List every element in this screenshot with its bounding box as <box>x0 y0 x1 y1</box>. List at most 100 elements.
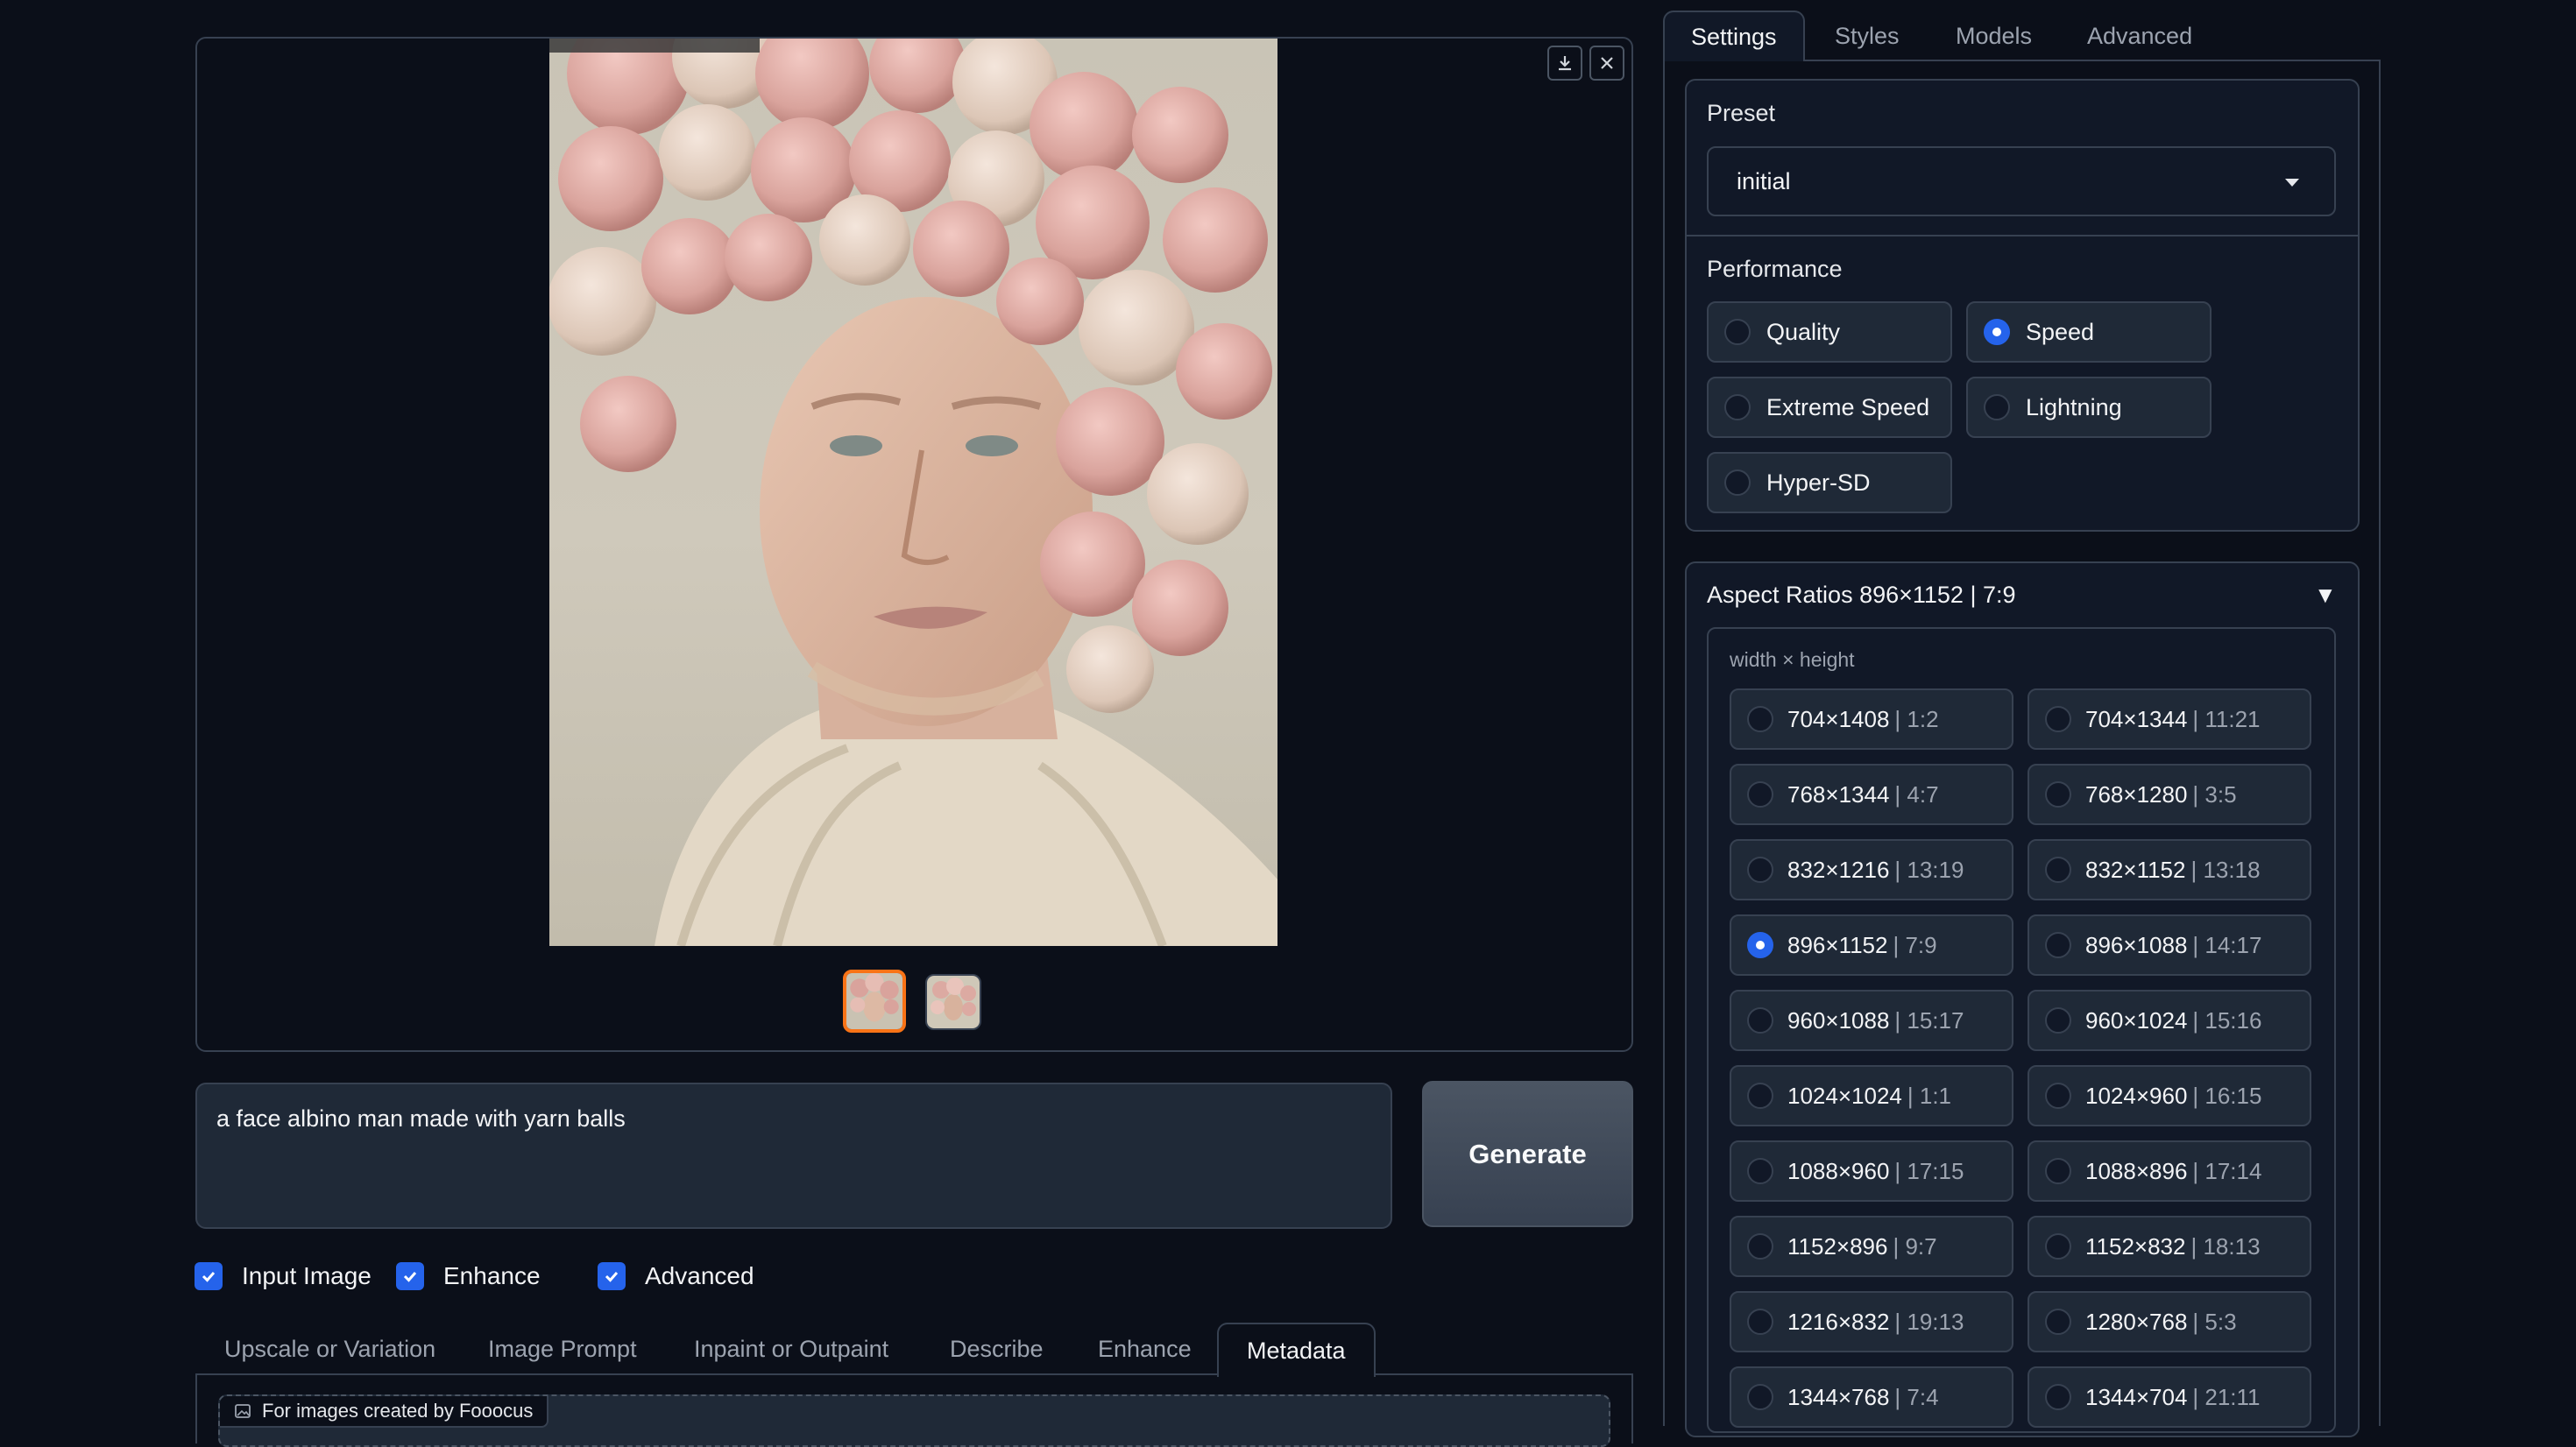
tab-inpaint-or-outpaint[interactable]: Inpaint or Outpaint <box>694 1323 888 1375</box>
aspect-dimension: 704×1408 <box>1787 705 1890 732</box>
tab-models[interactable]: Models <box>1929 11 2058 61</box>
aspect-ratio-option[interactable]: 1344×704 | 21:11 <box>2028 1366 2311 1428</box>
aspect-ratio-option[interactable]: 1024×960 | 16:15 <box>2028 1065 2311 1126</box>
aspect-ratio-option[interactable]: 768×1344 | 4:7 <box>1730 764 2013 825</box>
radio-icon <box>2045 932 2071 958</box>
generate-button[interactable]: Generate <box>1422 1081 1633 1227</box>
generated-image[interactable] <box>549 39 1277 946</box>
aspect-ratio-text: | 15:16 <box>2192 1006 2262 1034</box>
aspect-ratio-option[interactable]: 960×1088 | 15:17 <box>1730 990 2013 1051</box>
chevron-down-icon <box>2285 179 2299 187</box>
aspect-ratio-text: | 13:19 <box>1894 856 1964 883</box>
thumbnail-2[interactable] <box>925 974 981 1030</box>
checkmark-icon <box>598 1262 626 1290</box>
aspect-ratio-option[interactable]: 896×1088 | 14:17 <box>2028 914 2311 976</box>
aspect-ratio-option[interactable]: 704×1408 | 1:2 <box>1730 688 2013 750</box>
radio-icon <box>1724 319 1751 345</box>
aspect-ratio-text: | 15:17 <box>1894 1006 1964 1034</box>
aspect-ratios-title[interactable]: Aspect Ratios 896×1152 | 7:9 <box>1707 582 2016 609</box>
aspect-ratio-text: | 13:18 <box>2190 856 2261 883</box>
aspect-ratio-text: | 11:21 <box>2192 705 2261 732</box>
aspect-ratio-option[interactable]: 1152×832 | 18:13 <box>2028 1216 2311 1277</box>
performance-lightning[interactable]: Lightning <box>1966 377 2212 438</box>
tab-enhance[interactable]: Enhance <box>1098 1323 1192 1375</box>
radio-icon <box>1724 469 1751 496</box>
aspect-dimension: 1280×768 <box>2085 1308 2188 1335</box>
performance-quality[interactable]: Quality <box>1707 301 1952 363</box>
close-button[interactable] <box>1589 46 1624 81</box>
tab-image-prompt[interactable]: Image Prompt <box>488 1323 637 1375</box>
divider <box>1687 235 2358 236</box>
aspect-ratio-text: | 9:7 <box>1893 1232 1937 1260</box>
radio-icon <box>1724 394 1751 420</box>
radio-icon <box>2045 706 2071 732</box>
aspect-ratio-option[interactable]: 768×1280 | 3:5 <box>2028 764 2311 825</box>
aspect-ratio-option[interactable]: 1280×768 | 5:3 <box>2028 1291 2311 1352</box>
aspect-ratio-option[interactable]: 960×1024 | 15:16 <box>2028 990 2311 1051</box>
radio-icon <box>1747 1233 1773 1260</box>
option-label: Quality <box>1766 318 1841 345</box>
thumbnail-1[interactable] <box>843 970 906 1033</box>
aspect-ratio-option[interactable]: 1344×768 | 7:4 <box>1730 1366 2013 1428</box>
download-button[interactable] <box>1547 46 1582 81</box>
thumbnail-image <box>927 976 980 1028</box>
checkbox-label: Advanced <box>645 1262 754 1289</box>
tab-settings[interactable]: Settings <box>1663 11 1805 61</box>
download-icon <box>1559 56 1571 71</box>
radio-icon <box>2045 1083 2071 1109</box>
tab-advanced[interactable]: Advanced <box>2061 11 2219 61</box>
performance-hyper-sd[interactable]: Hyper-SD <box>1707 452 1952 513</box>
aspect-ratio-text: | 16:15 <box>2192 1082 2262 1109</box>
aspect-ratio-text: | 17:14 <box>2192 1157 2262 1184</box>
aspect-dimension: 704×1344 <box>2085 705 2188 732</box>
bottom-tab-bar: Upscale or Variation Image Prompt Inpain… <box>195 1323 1633 1377</box>
checkbox-label: Enhance <box>443 1262 541 1289</box>
aspect-ratio-text: | 14:17 <box>2192 931 2262 958</box>
aspect-dimension: 896×1088 <box>2085 931 2188 958</box>
aspect-dimension: 960×1088 <box>1787 1006 1890 1034</box>
aspect-dimension: 768×1280 <box>2085 780 2188 808</box>
performance-extreme-speed[interactable]: Extreme Speed <box>1707 377 1952 438</box>
progress-strip <box>549 39 760 53</box>
radio-icon <box>1984 394 2010 420</box>
option-label: Speed <box>2026 318 2095 345</box>
close-icon <box>1601 57 1613 69</box>
aspect-ratio-option[interactable]: 896×1152 | 7:9 <box>1730 914 2013 976</box>
radio-icon <box>1747 1083 1773 1109</box>
performance-speed[interactable]: Speed <box>1966 301 2212 363</box>
accordion-toggle-icon[interactable]: ▼ <box>2314 582 2337 609</box>
aspect-ratio-option[interactable]: 1216×832 | 19:13 <box>1730 1291 2013 1352</box>
radio-icon <box>2045 1233 2071 1260</box>
enhance-checkbox[interactable]: Enhance <box>396 1262 541 1290</box>
aspect-ratio-option[interactable]: 1152×896 | 9:7 <box>1730 1216 2013 1277</box>
aspect-ratio-option[interactable]: 1088×960 | 17:15 <box>1730 1140 2013 1202</box>
radio-icon <box>2045 1007 2071 1034</box>
checkmark-icon <box>396 1262 424 1290</box>
aspect-ratio-option[interactable]: 832×1152 | 13:18 <box>2028 839 2311 900</box>
aspect-dimension: 1152×896 <box>1787 1232 1888 1260</box>
preset-dropdown[interactable]: initial <box>1707 146 2336 216</box>
aspect-ratio-option[interactable]: 832×1216 | 13:19 <box>1730 839 2013 900</box>
aspect-ratio-text: | 7:4 <box>1894 1383 1939 1410</box>
aspect-dimension: 1088×896 <box>2085 1157 2188 1184</box>
aspect-ratio-option[interactable]: 704×1344 | 11:21 <box>2028 688 2311 750</box>
aspect-ratio-text: | 3:5 <box>2192 780 2237 808</box>
thumbnail-image <box>846 973 902 1029</box>
metadata-label: For images created by Fooocus <box>220 1396 549 1428</box>
tab-styles[interactable]: Styles <box>1808 11 1926 61</box>
advanced-checkbox[interactable]: Advanced <box>598 1262 754 1290</box>
prompt-input[interactable]: a face albino man made with yarn balls <box>195 1083 1392 1229</box>
tab-upscale-or-variation[interactable]: Upscale or Variation <box>224 1323 435 1375</box>
aspect-dimension: 832×1216 <box>1787 856 1890 883</box>
aspect-ratio-option[interactable]: 1088×896 | 17:14 <box>2028 1140 2311 1202</box>
aspect-ratio-option[interactable]: 1024×1024 | 1:1 <box>1730 1065 2013 1126</box>
tab-describe[interactable]: Describe <box>950 1323 1044 1375</box>
aspect-ratio-text: | 17:15 <box>1894 1157 1964 1184</box>
radio-selected-icon <box>1747 932 1773 958</box>
radio-icon <box>1747 781 1773 808</box>
aspect-dimension: 1024×960 <box>2085 1082 2188 1109</box>
input-image-checkbox[interactable]: Input Image <box>195 1262 372 1290</box>
portrait-illustration <box>549 39 1277 946</box>
aspect-dimension: 1344×768 <box>1787 1383 1890 1410</box>
tab-metadata[interactable]: Metadata <box>1217 1323 1376 1377</box>
